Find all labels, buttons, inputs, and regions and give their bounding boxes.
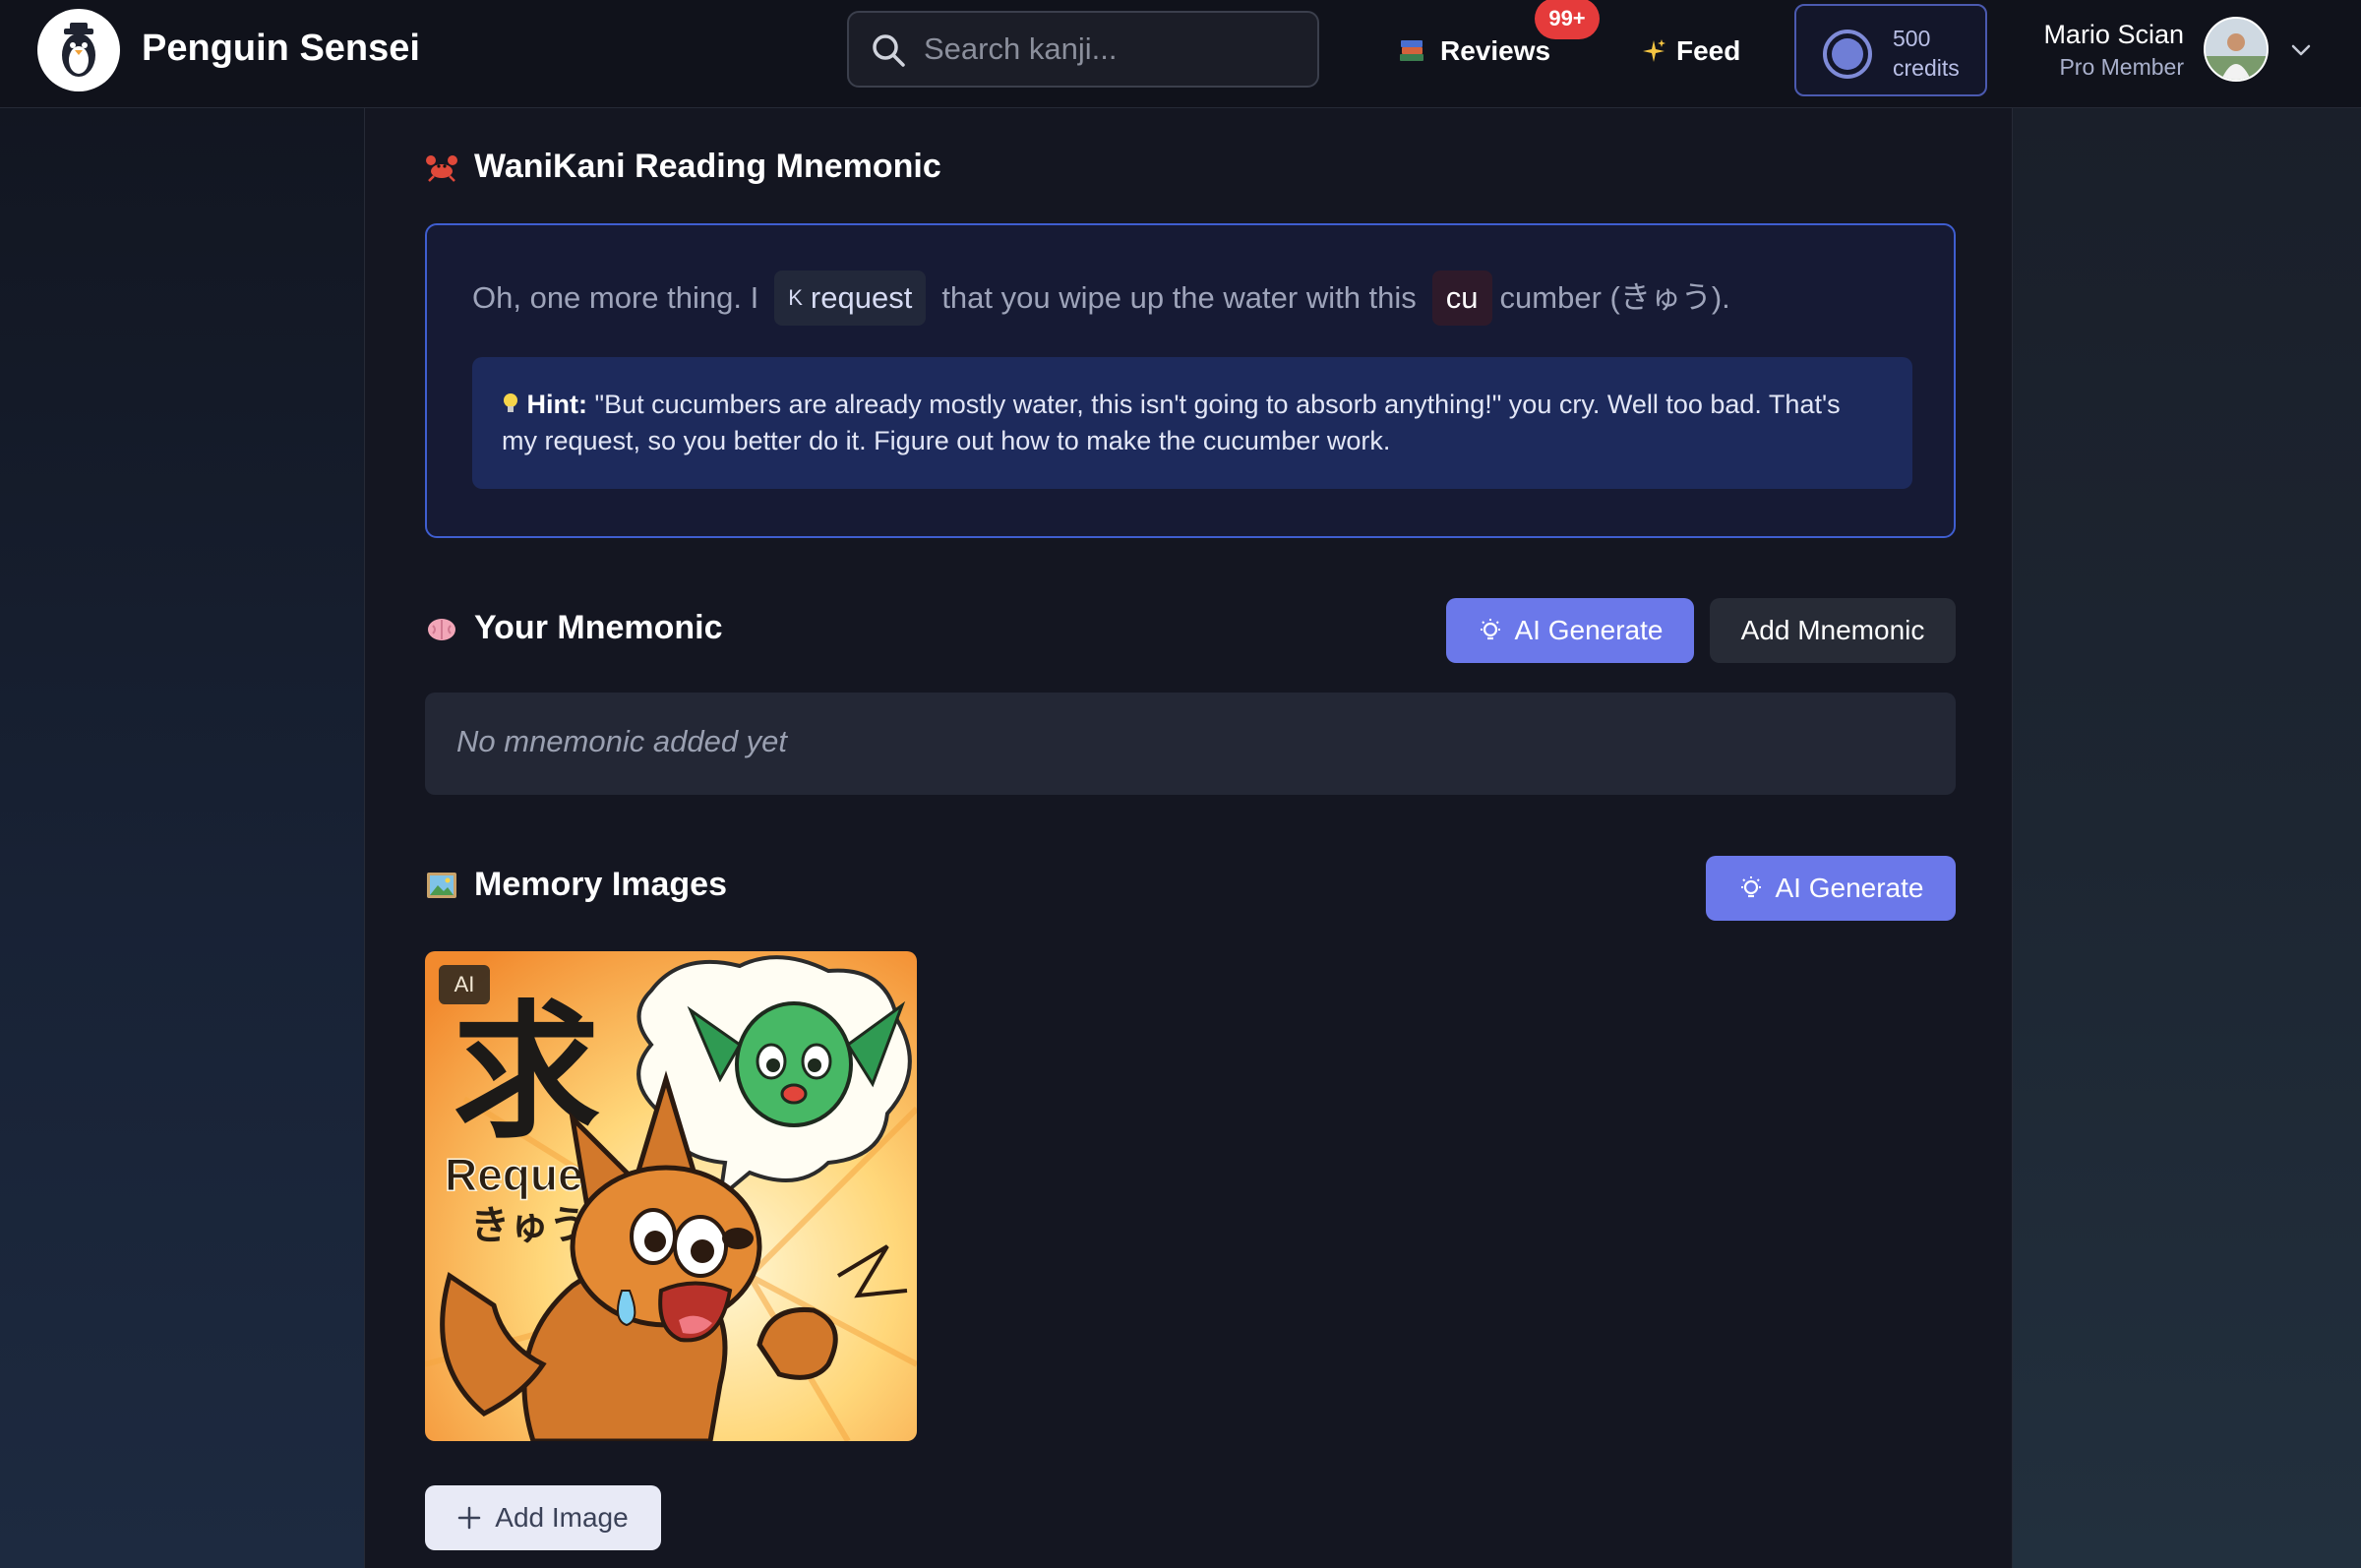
request-chip-kana: K [788, 285, 803, 310]
mnemonic-text-before: Oh, one more thing. I [472, 280, 759, 315]
books-icon [1400, 40, 1423, 61]
reading-highlight-chip: cu [1431, 271, 1492, 326]
reviews-count-badge: 99+ [1535, 0, 1600, 39]
hint-label: Hint: [526, 390, 587, 419]
memory-images-title: Memory Images [474, 866, 727, 903]
user-role: Pro Member [2059, 54, 2184, 80]
nav-feed[interactable]: Feed [1641, 30, 1740, 73]
background-left [0, 108, 364, 1568]
wanikani-section-header: WaniKani Reading Mnemonic [425, 148, 941, 186]
credits-coin-icon [1823, 30, 1872, 79]
crab-icon [426, 154, 457, 182]
your-mnemonic-header: Your Mnemonic [425, 609, 723, 647]
feed-label: Feed [1676, 35, 1741, 66]
ai-generated-tag: AI [439, 965, 490, 1004]
reviews-label: Reviews [1440, 35, 1551, 66]
background-right [2013, 108, 2361, 1568]
kanji-detail-panel: WaniKani Reading Mnemonic Oh, one more t… [364, 108, 2013, 1568]
add-mnemonic-button[interactable]: Add Mnemonic [1710, 598, 1956, 663]
penguin-logo-icon[interactable] [37, 9, 120, 91]
images-ai-generate-label: AI Generate [1775, 873, 1924, 903]
add-image-label: Add Image [495, 1502, 629, 1533]
plus-icon [458, 1506, 481, 1530]
mnemonic-ai-generate-button[interactable]: AI Generate [1446, 598, 1694, 663]
nav-reviews[interactable]: Reviews [1397, 30, 1550, 73]
memory-images-header: Memory Images [425, 866, 727, 904]
credits-amount: 500 [1893, 26, 1931, 51]
lightbulb-icon [1480, 619, 1500, 640]
memory-image-illustration: 求 Request きゅう [425, 951, 917, 1441]
user-avatar[interactable] [2204, 17, 2269, 82]
search-icon [873, 34, 905, 67]
lightbulb-icon [1740, 876, 1761, 898]
search-input[interactable] [924, 27, 1298, 72]
mnemonic-empty-state: No mnemonic added yet [425, 693, 1956, 795]
chevron-down-icon[interactable] [2288, 37, 2314, 63]
add-image-button[interactable]: Add Image [425, 1485, 661, 1550]
credits-unit: credits [1893, 55, 1960, 81]
your-mnemonic-title: Your Mnemonic [474, 609, 723, 646]
brain-icon [428, 618, 455, 640]
mnemonic-ai-generate-label: AI Generate [1514, 615, 1664, 645]
request-highlight-chip: K request [774, 271, 927, 326]
brand-name[interactable]: Penguin Sensei [142, 28, 420, 70]
user-name[interactable]: Mario Scian [2038, 20, 2184, 50]
mnemonic-text-after: cumber (きゅう). [1499, 280, 1730, 315]
request-chip-word: request [810, 280, 913, 315]
images-ai-generate-button[interactable]: AI Generate [1706, 856, 1956, 921]
search-bar[interactable] [847, 11, 1319, 88]
lightbulb-icon [504, 393, 517, 412]
hint-box: Hint: "But cucumbers are already mostly … [472, 357, 1912, 489]
mnemonic-text-middle: that you wipe up the water with this [941, 280, 1417, 315]
top-navbar: Penguin Sensei Reviews 99+ Feed 500 cred… [0, 0, 2361, 108]
hint-text: "But cucumbers are already mostly water,… [502, 390, 1841, 455]
memory-image-card[interactable]: 求 Request きゅう AI [425, 951, 917, 1441]
sparkles-icon [1643, 39, 1665, 62]
picture-icon [427, 872, 456, 898]
wanikani-section-title: WaniKani Reading Mnemonic [474, 148, 941, 185]
wanikani-mnemonic-card: Oh, one more thing. I K request that you… [425, 223, 1956, 538]
wanikani-mnemonic-text: Oh, one more thing. I K request that you… [472, 271, 1928, 326]
credits-button[interactable]: 500 credits [1794, 4, 1987, 96]
